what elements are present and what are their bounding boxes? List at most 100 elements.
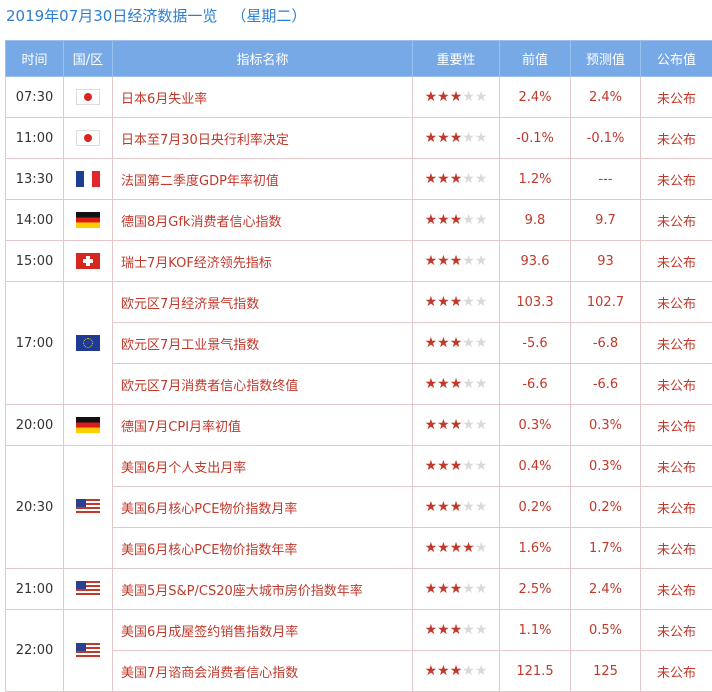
importance-stars: ★★★★★: [412, 445, 500, 487]
forecast-value: 2.4%: [570, 568, 641, 610]
star-filled-icon: ★: [437, 89, 450, 105]
previous-value: 121.5: [499, 650, 571, 692]
actual-value: 未公布: [640, 158, 712, 200]
indicator-name[interactable]: 美国6月个人支出月率: [112, 445, 413, 487]
forecast-value: 0.2%: [570, 486, 641, 528]
importance-stars: ★★★★★: [412, 158, 500, 200]
event-time: 22:00: [5, 609, 64, 692]
indicator-name[interactable]: 德国7月CPI月率初值: [112, 404, 413, 446]
star-empty-icon: ★: [474, 458, 488, 474]
star-filled-icon: ★: [449, 335, 463, 351]
star-filled-icon: ★: [449, 417, 463, 433]
star-empty-icon: ★: [462, 253, 475, 269]
forecast-value: 0.5%: [570, 609, 641, 651]
star-filled-icon: ★: [437, 540, 450, 556]
forecast-value: ---: [570, 158, 641, 200]
country-flag-cell: [63, 609, 113, 692]
star-empty-icon: ★: [474, 663, 488, 679]
indicator-name[interactable]: 美国6月核心PCE物价指数月率: [112, 486, 413, 528]
header-actual: 公布值: [640, 40, 712, 77]
table-row: 07:30 日本6月失业率 ★★★★★ 2.4% 2.4% 未公布: [5, 76, 712, 118]
flag-france-icon: [76, 171, 100, 187]
table-row: 22:00 美国6月成屋签约销售指数月率 ★★★★★ 1.1% 0.5% 未公布: [5, 609, 712, 692]
indicator-name[interactable]: 日本至7月30日央行利率决定: [112, 117, 413, 159]
importance-stars: ★★★★★: [412, 527, 500, 569]
star-filled-icon: ★: [424, 663, 438, 679]
actual-value: 未公布: [640, 281, 712, 323]
star-filled-icon: ★: [449, 581, 463, 597]
table-body: 07:30 日本6月失业率 ★★★★★ 2.4% 2.4% 未公布 11:00 日本至7月30…: [5, 76, 712, 692]
event-time: 07:30: [5, 76, 64, 118]
star-empty-icon: ★: [474, 417, 488, 433]
header-importance: 重要性: [412, 40, 500, 77]
importance-stars: ★★★★★: [412, 609, 500, 651]
indicator-name[interactable]: 日本6月失业率: [112, 76, 413, 118]
previous-value: 1.2%: [499, 158, 571, 200]
country-flag-cell: [63, 404, 113, 446]
actual-value: 未公布: [640, 199, 712, 241]
indicator-name[interactable]: 美国5月S&P/CS20座大城市房价指数年率: [112, 568, 413, 610]
country-flag-cell: [63, 117, 113, 159]
star-filled-icon: ★: [424, 417, 438, 433]
star-empty-icon: ★: [462, 89, 475, 105]
previous-value: -0.1%: [499, 117, 571, 159]
forecast-value: -6.6: [570, 363, 641, 405]
star-filled-icon: ★: [424, 581, 438, 597]
indicator-name[interactable]: 瑞士7月KOF经济领先指标: [112, 240, 413, 282]
forecast-value: 2.4%: [570, 76, 641, 118]
flag-usa-icon: [76, 642, 100, 659]
importance-stars: ★★★★★: [412, 404, 500, 446]
country-flag-cell: [63, 445, 113, 569]
indicator-name[interactable]: 美国6月成屋签约销售指数月率: [112, 609, 413, 651]
star-empty-icon: ★: [474, 581, 488, 597]
star-empty-icon: ★: [474, 376, 488, 392]
previous-value: 1.1%: [499, 609, 571, 651]
star-empty-icon: ★: [462, 335, 475, 351]
star-filled-icon: ★: [424, 540, 438, 556]
country-flag-cell: [63, 158, 113, 200]
event-time: 21:00: [5, 568, 64, 610]
star-filled-icon: ★: [424, 212, 438, 228]
indicator-name[interactable]: 德国8月Gfk消费者信心指数: [112, 199, 413, 241]
actual-value: 未公布: [640, 117, 712, 159]
indicator-name[interactable]: 欧元区7月消费者信心指数终值: [112, 363, 413, 405]
flag-japan-icon: [76, 89, 100, 105]
importance-stars: ★★★★★: [412, 650, 500, 692]
star-empty-icon: ★: [474, 540, 488, 556]
previous-value: 9.8: [499, 199, 571, 241]
previous-value: -6.6: [499, 363, 571, 405]
star-filled-icon: ★: [437, 335, 450, 351]
weekday-label: （星期二）: [231, 7, 307, 25]
importance-stars: ★★★★★: [412, 199, 500, 241]
header-country: 国/区: [63, 40, 113, 77]
importance-stars: ★★★★★: [412, 281, 500, 323]
actual-value: 未公布: [640, 568, 712, 610]
indicator-name[interactable]: 欧元区7月工业景气指数: [112, 322, 413, 364]
star-empty-icon: ★: [474, 335, 488, 351]
previous-value: 103.3: [499, 281, 571, 323]
star-filled-icon: ★: [437, 581, 450, 597]
forecast-value: 0.3%: [570, 445, 641, 487]
indicator-name[interactable]: 美国6月核心PCE物价指数年率: [112, 527, 413, 569]
indicator-name[interactable]: 法国第二季度GDP年率初值: [112, 158, 413, 200]
previous-value: 1.6%: [499, 527, 571, 569]
star-filled-icon: ★: [449, 253, 463, 269]
table-row: 15:00 瑞士7月KOF经济领先指标 ★★★★★ 93.6 93 未公布: [5, 240, 712, 282]
star-empty-icon: ★: [462, 663, 475, 679]
forecast-value: 0.3%: [570, 404, 641, 446]
flag-germany-icon: [76, 212, 100, 228]
previous-value: -5.6: [499, 322, 571, 364]
previous-value: 0.4%: [499, 445, 571, 487]
indicator-name[interactable]: 欧元区7月经济景气指数: [112, 281, 413, 323]
star-filled-icon: ★: [424, 622, 438, 638]
country-flag-cell: [63, 76, 113, 118]
star-empty-icon: ★: [474, 253, 488, 269]
star-empty-icon: ★: [462, 458, 475, 474]
importance-stars: ★★★★★: [412, 76, 500, 118]
previous-value: 93.6: [499, 240, 571, 282]
header-indicator: 指标名称: [112, 40, 413, 77]
star-empty-icon: ★: [474, 171, 488, 187]
actual-value: 未公布: [640, 363, 712, 405]
indicator-name[interactable]: 美国7月谘商会消费者信心指数: [112, 650, 413, 692]
star-filled-icon: ★: [449, 376, 463, 392]
